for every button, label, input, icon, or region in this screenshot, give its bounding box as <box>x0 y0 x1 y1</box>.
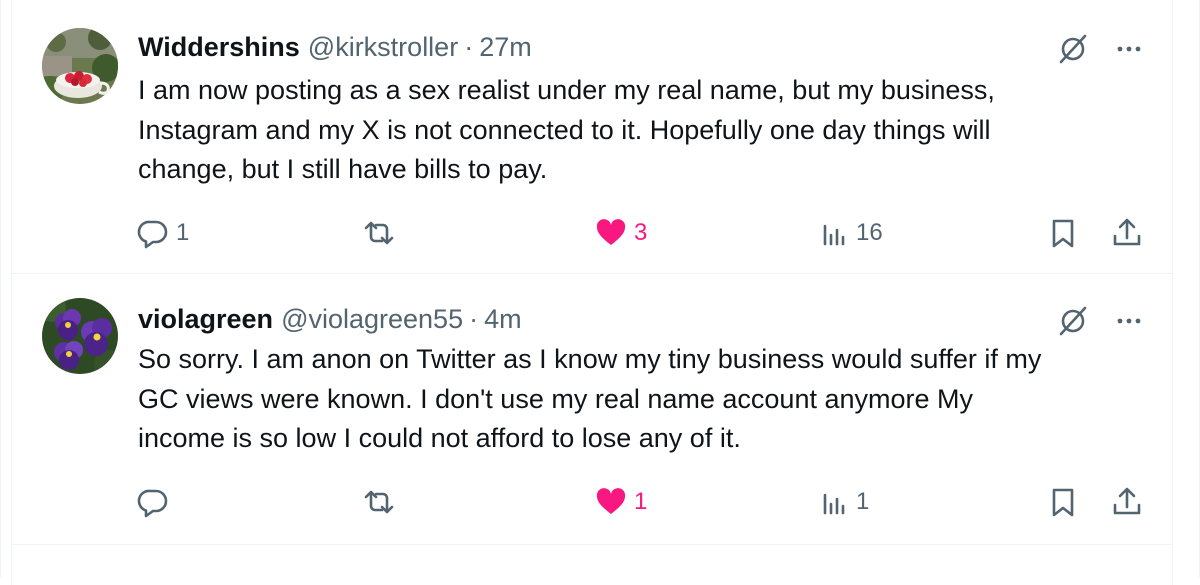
bookmark-button[interactable] <box>1048 213 1078 253</box>
tweet-text-line: change, but I still have bills to pay. <box>138 154 548 184</box>
user-handle[interactable]: @violagreen55 <box>281 304 463 335</box>
grok-icon[interactable] <box>1056 304 1090 338</box>
reply-icon <box>137 220 168 249</box>
like-count: 3 <box>634 219 648 246</box>
heart-filled-icon <box>596 488 626 514</box>
retweet-icon <box>364 490 394 514</box>
more-options-icon[interactable] <box>1114 306 1144 336</box>
views-button[interactable]: 1 <box>820 482 869 522</box>
separator: · <box>464 31 474 62</box>
reply-button[interactable] <box>136 482 176 522</box>
avatar[interactable] <box>42 298 118 374</box>
reply-icon <box>137 489 168 518</box>
bookmark-icon <box>1052 488 1074 517</box>
like-button[interactable]: 3 <box>594 213 647 253</box>
retweet-button[interactable] <box>362 213 402 253</box>
action-bar: 1 3 16 <box>12 213 1172 253</box>
tweet[interactable]: Widdershins @kirkstroller · 27m I am now… <box>11 0 1173 274</box>
tweet-text-line: I am now posting as a sex realist under … <box>138 75 995 105</box>
analytics-icon <box>823 224 845 246</box>
share-button[interactable] <box>1110 482 1144 522</box>
action-bar: 1 1 <box>12 482 1172 522</box>
retweet-icon <box>364 221 394 245</box>
analytics-icon <box>823 493 845 515</box>
timestamp[interactable]: 4m <box>484 304 522 335</box>
like-count: 1 <box>634 488 648 515</box>
pansy-flowers-avatar-icon <box>42 298 118 374</box>
tweet-text-line: So sorry. I am anon on Twitter as I know… <box>138 344 1042 374</box>
tweet-text: I am now posting as a sex realist under … <box>138 71 1148 190</box>
strawberry-cup-avatar-icon <box>42 28 118 104</box>
tweet-header: Widdershins @kirkstroller · 27m <box>138 27 532 67</box>
heart-filled-icon <box>596 219 626 245</box>
reply-button[interactable]: 1 <box>136 213 189 253</box>
tweet-header: violagreen @violagreen55 · 4m <box>138 299 522 339</box>
timeline: Widdershins @kirkstroller · 27m I am now… <box>0 0 1200 585</box>
timestamp[interactable]: 27m <box>479 32 532 63</box>
tweet-text-line: GC views were known. I don't use my real… <box>138 383 973 414</box>
user-handle[interactable]: @kirkstroller <box>308 32 458 63</box>
separator: · <box>469 303 479 334</box>
avatar[interactable] <box>42 28 118 104</box>
display-name[interactable]: violagreen <box>138 304 273 335</box>
tweet-text-line: Instagram and my X is not connected to i… <box>138 114 991 145</box>
share-icon <box>1113 218 1141 246</box>
grok-icon[interactable] <box>1056 32 1090 66</box>
more-options-icon[interactable] <box>1114 34 1144 64</box>
retweet-button[interactable] <box>362 482 402 522</box>
views-count: 1 <box>856 488 870 515</box>
tweet-text-line: income is so low I could not afford to l… <box>138 423 741 453</box>
reply-count: 1 <box>176 219 190 246</box>
views-count: 16 <box>856 219 883 246</box>
tweet-partial[interactable] <box>11 545 1173 585</box>
like-button[interactable]: 1 <box>594 482 647 522</box>
bookmark-icon <box>1052 219 1074 248</box>
tweet[interactable]: violagreen @violagreen55 · 4m So sorry. … <box>11 274 1173 545</box>
display-name[interactable]: Widdershins <box>138 32 300 63</box>
share-button[interactable] <box>1110 213 1144 253</box>
tweet-text: So sorry. I am anon on Twitter as I know… <box>138 340 1148 459</box>
bookmark-button[interactable] <box>1048 482 1078 522</box>
share-icon <box>1113 487 1141 515</box>
views-button[interactable]: 16 <box>820 213 883 253</box>
